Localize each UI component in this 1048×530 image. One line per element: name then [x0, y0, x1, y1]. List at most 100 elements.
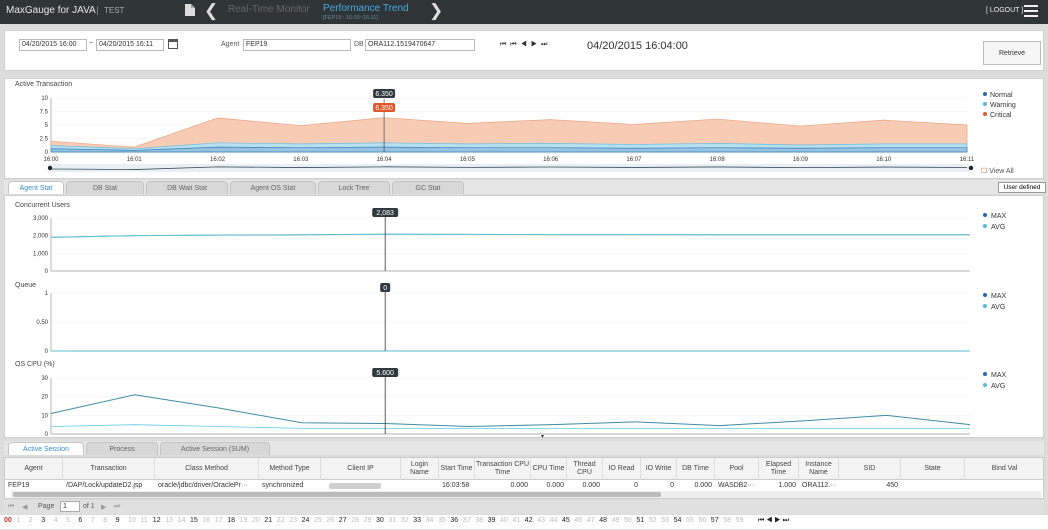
tab-db-stat[interactable]: DB Stat — [66, 181, 144, 194]
logout-link[interactable]: [ LOGOUT ] — [986, 7, 1023, 14]
timeline-hour[interactable]: 39 — [488, 517, 496, 524]
timeline-hour[interactable]: 44 — [550, 517, 558, 524]
column-header[interactable]: IO Write — [641, 458, 677, 480]
document-icon[interactable] — [184, 3, 196, 17]
column-header[interactable]: Method Type — [259, 458, 321, 480]
timeline-hour[interactable]: 42 — [525, 517, 533, 524]
column-header[interactable]: Transaction CPU Time — [475, 458, 531, 480]
column-header[interactable]: CPU Time — [531, 458, 567, 480]
timeline-hour[interactable]: 14 — [178, 517, 186, 524]
column-header[interactable]: DB Time — [677, 458, 715, 480]
tab-db-wait-stat[interactable]: DB Wait Stat — [146, 181, 228, 194]
timeline-hour[interactable]: 58 — [723, 517, 731, 524]
timeline-hour[interactable]: 15 — [190, 517, 198, 524]
chevron-left-icon[interactable]: ❮ — [204, 1, 218, 21]
timeline-hour[interactable]: 5 — [66, 517, 70, 524]
nav-realtime-monitor[interactable]: Real-Time Monitor — [228, 4, 310, 15]
timeline-hour[interactable]: 21 — [264, 517, 272, 524]
timeline-hour[interactable]: 37 — [463, 517, 471, 524]
timeline-hour[interactable]: 17 — [215, 517, 223, 524]
tab-active-session-sum[interactable]: Active Session (SUM) — [160, 442, 270, 455]
column-header[interactable]: Agent — [5, 458, 63, 480]
from-date-input[interactable]: 04/20/2015 16:00 — [19, 39, 87, 51]
timeline-hour[interactable]: 49 — [612, 517, 620, 524]
to-date-input[interactable]: 04/20/2015 16:11 — [96, 39, 164, 51]
timeline-hour[interactable]: 30 — [376, 517, 384, 524]
timeline-hour[interactable]: 40 — [500, 517, 508, 524]
timeline-hour[interactable]: 27 — [339, 517, 347, 524]
column-header[interactable]: Class Method — [155, 458, 259, 480]
timeline-hour[interactable]: 11 — [140, 517, 147, 524]
timeline-hour[interactable]: 50 — [624, 517, 632, 524]
timeline-hour[interactable]: 53 — [661, 517, 669, 524]
timeline-hour[interactable]: 41 — [512, 517, 520, 524]
hamburger-menu-icon[interactable] — [1024, 5, 1038, 17]
nav-performance-trend[interactable]: Performance Trend — [323, 3, 409, 14]
timeline-hour[interactable]: 12 — [153, 517, 161, 524]
pager-prev-icon[interactable]: ◀ — [22, 503, 27, 511]
timeline-hour[interactable]: 19 — [240, 517, 248, 524]
timeline-hour[interactable]: 56 — [698, 517, 706, 524]
timeline-hour[interactable]: 7 — [91, 517, 95, 524]
timeline-hour[interactable]: 22 — [277, 517, 285, 524]
timeline-hour[interactable]: 20 — [252, 517, 260, 524]
column-header[interactable]: Bind Val — [965, 458, 1043, 480]
timeline-hour[interactable]: 00 — [4, 517, 12, 524]
timeline-hour[interactable]: 46 — [574, 517, 582, 524]
pager-last-icon[interactable]: ⏭ — [114, 503, 120, 511]
column-header[interactable]: Transaction — [63, 458, 155, 480]
tab-process[interactable]: Process — [86, 442, 158, 455]
column-header[interactable]: Start Time — [439, 458, 475, 480]
timeline-hour[interactable]: 23 — [289, 517, 297, 524]
playback-controls[interactable]: ⏮⏮◀▶⏭ — [500, 41, 551, 49]
timeline-hour[interactable]: 48 — [599, 517, 607, 524]
timeline-hour[interactable]: 33 — [413, 517, 421, 524]
timeline-hour[interactable]: 59 — [736, 517, 744, 524]
timeline-hour[interactable]: 34 — [426, 517, 434, 524]
pager-next-icon[interactable]: ▶ — [101, 503, 106, 511]
timeline-hour[interactable]: 2 — [29, 517, 33, 524]
timeline-hour[interactable]: 25 — [314, 517, 322, 524]
horizontal-scrollbar[interactable] — [11, 491, 1041, 498]
timeline-hour[interactable]: 51 — [636, 517, 644, 524]
scrollbar-thumb[interactable] — [13, 492, 661, 497]
column-header[interactable]: Thread CPU — [567, 458, 603, 480]
timeline-hour[interactable]: 10 — [128, 517, 136, 524]
page-input[interactable]: 1 — [60, 501, 80, 512]
timeline-hour[interactable]: 43 — [537, 517, 545, 524]
retrieve-button[interactable]: Retrieve — [983, 41, 1041, 65]
column-header[interactable]: SID — [839, 458, 901, 480]
chevron-right-icon[interactable]: ❯ — [429, 1, 443, 21]
column-header[interactable]: Login Name — [401, 458, 439, 480]
tab-gc-stat[interactable]: GC Stat — [392, 181, 464, 194]
column-header[interactable]: Client IP — [321, 458, 401, 480]
timeline-hour[interactable]: 29 — [364, 517, 372, 524]
collapse-handle-icon[interactable]: ▾ — [541, 433, 544, 440]
tab-active-session[interactable]: Active Session — [8, 442, 84, 455]
os-cpu-chart[interactable]: 30 20 10 0 5.600 MAX AVG — [5, 356, 1045, 438]
timeline-hour[interactable]: 9 — [116, 517, 120, 524]
queue-chart[interactable]: 1 0.50 0 0 MAX AVG — [5, 276, 1045, 356]
timeline-hour[interactable]: 3 — [41, 517, 45, 524]
timeline-hour[interactable]: 31 — [388, 517, 396, 524]
timeline-hour[interactable]: 13 — [165, 517, 173, 524]
table-row[interactable]: FEP19/DAP/Lock/updateD2.jsp oracle/jdbc/d… — [5, 481, 1043, 491]
timeline-hour[interactable]: 26 — [326, 517, 334, 524]
timeline-hour[interactable]: 32 — [401, 517, 409, 524]
column-header[interactable]: IO Read — [603, 458, 641, 480]
timeline-hour[interactable]: 6 — [78, 517, 82, 524]
db-input[interactable]: ORA112.1519470647 — [365, 39, 475, 51]
timeline-hour[interactable]: 52 — [649, 517, 657, 524]
user-defined-button[interactable]: User defined — [998, 182, 1046, 193]
timeline-hour[interactable]: 8 — [103, 517, 107, 524]
column-header[interactable]: Instance Name — [799, 458, 839, 480]
active-transaction-chart[interactable]: 10 7.5 5 2.5 016:00 16:01 16:02 16:03 16:04 16:05… — [5, 79, 1045, 180]
timeline-hour[interactable]: 1 — [16, 517, 20, 524]
timeline-hour[interactable]: 47 — [587, 517, 595, 524]
timeline-hour[interactable]: 55 — [686, 517, 694, 524]
timeline-hour[interactable]: 45 — [562, 517, 570, 524]
concurrent-users-chart[interactable]: 3,000 2,000 1,000 0 2,083 MAX AVG — [5, 196, 1045, 276]
timeline-hour[interactable]: 28 — [351, 517, 359, 524]
tab-agent-stat[interactable]: Agent Stat — [8, 181, 64, 194]
calendar-icon[interactable] — [168, 39, 178, 49]
